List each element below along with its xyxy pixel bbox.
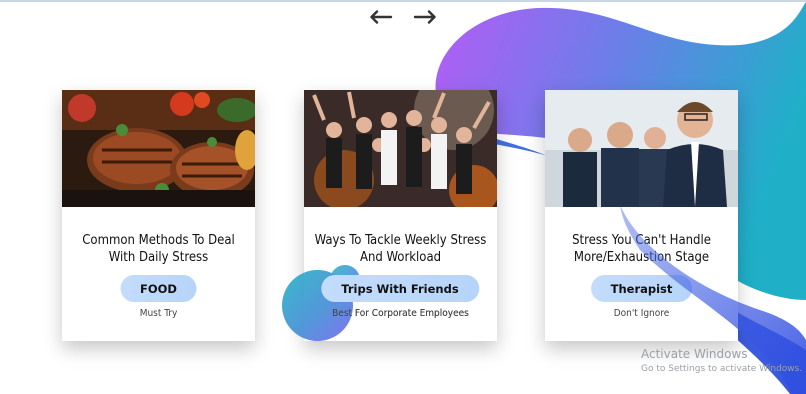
food-button[interactable]: FOOD bbox=[120, 275, 197, 302]
watermark-line2: Go to Settings to activate Windows. bbox=[641, 364, 803, 374]
card-subtitle-overlay: Best For Corporate Employees bbox=[332, 308, 469, 319]
arrow-left-icon bbox=[370, 10, 393, 24]
next-arrow-button[interactable] bbox=[412, 7, 438, 27]
arrow-right-icon bbox=[413, 10, 436, 24]
card-title: Ways To Tackle Weekly Stress And Workloa… bbox=[314, 233, 487, 265]
card-subtitle: Don't Ignore bbox=[613, 308, 670, 319]
therapist-button[interactable]: Therapist bbox=[590, 275, 693, 302]
card-subtitle: Must Try bbox=[139, 308, 178, 319]
card-title: Common Methods To Deal With Daily Stress bbox=[82, 233, 235, 265]
trips-with-friends-button-overlay[interactable]: Trips With Friends bbox=[321, 275, 479, 302]
prev-arrow-button[interactable] bbox=[368, 7, 394, 27]
card-food[interactable]: Common Methods To Deal With Daily Stress… bbox=[62, 90, 255, 341]
business-people-photo bbox=[545, 90, 738, 207]
watermark-line1: Activate Windows bbox=[641, 347, 748, 361]
card-title: Stress You Can't Handle More/Exhaustion … bbox=[572, 233, 711, 265]
party-friends-photo bbox=[304, 90, 497, 207]
windows-activation-watermark: Activate Windows Go to Settings to activ… bbox=[641, 347, 802, 374]
grilled-steak-photo bbox=[62, 90, 255, 207]
card-therapist[interactable]: Stress You Can't Handle More/Exhaustion … bbox=[545, 90, 738, 341]
